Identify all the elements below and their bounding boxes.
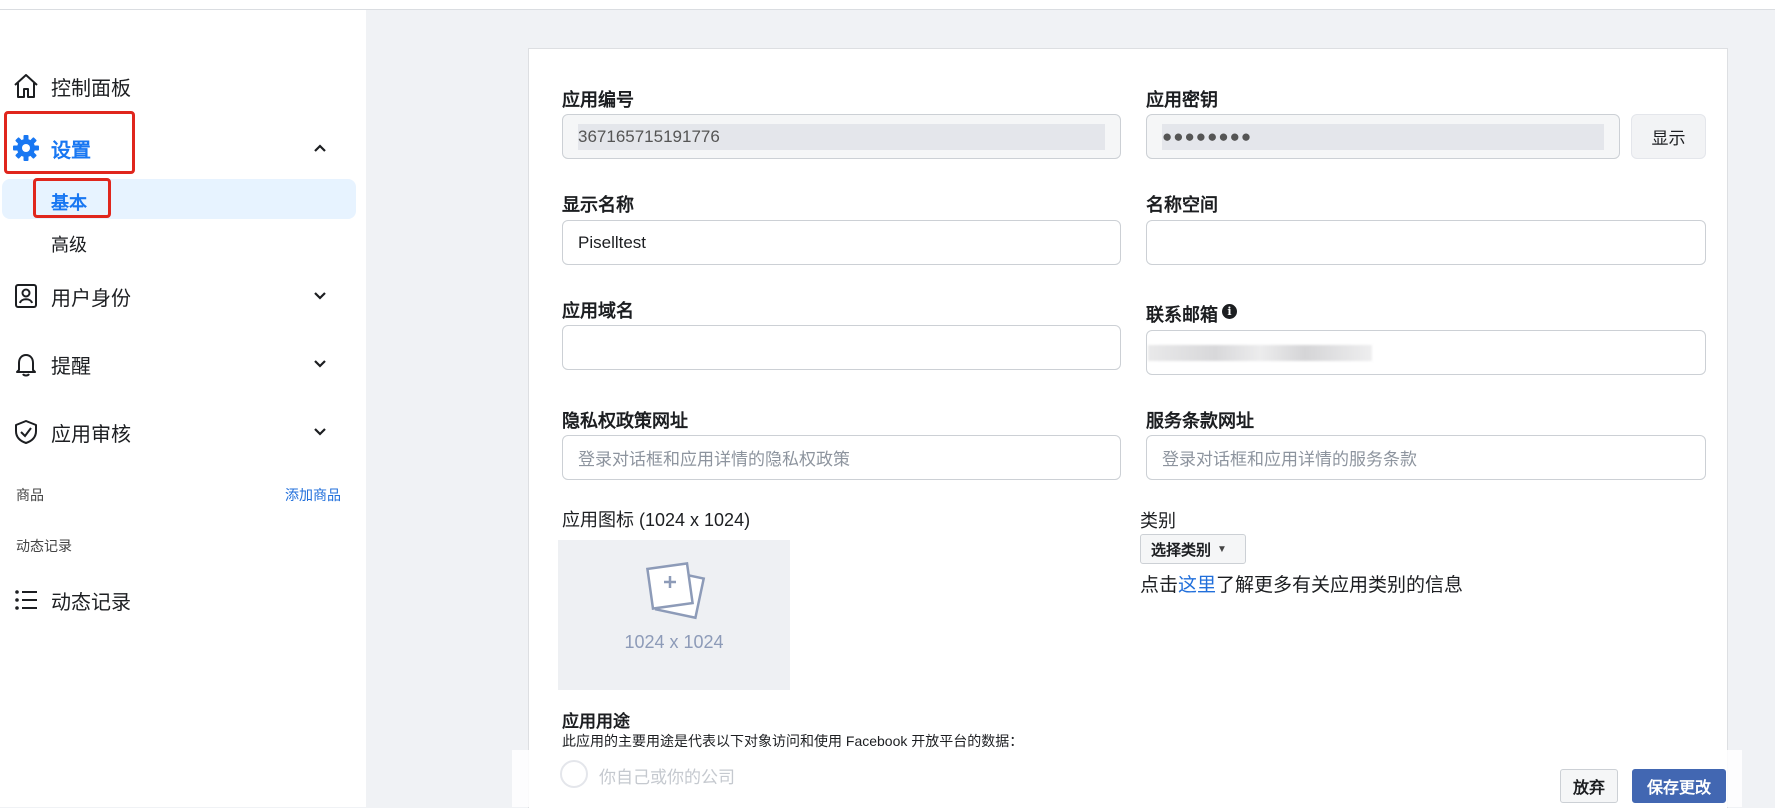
sidebar-item-label: 设置 — [51, 139, 91, 162]
chevron-down-icon — [308, 420, 332, 444]
sidebar-subitem-basic[interactable]: 基本 — [2, 179, 356, 219]
add-product-link[interactable]: 添加商品 — [285, 485, 341, 505]
info-icon[interactable]: i — [1222, 304, 1237, 319]
list-icon — [11, 585, 41, 615]
sidebar-item-label: 应用审核 — [51, 423, 131, 446]
contact-email-label: 联系邮箱 — [1146, 305, 1218, 325]
app-purpose-label: 应用用途 — [562, 712, 630, 731]
purpose-option-label: 你自己或你的公司 — [599, 768, 735, 787]
sidebar-item-label: 提醒 — [51, 355, 91, 378]
id-badge-icon — [11, 281, 41, 311]
category-select-label: 选择类别 — [1151, 541, 1212, 559]
display-name-label: 显示名称 — [562, 195, 634, 215]
app-id-label: 应用编号 — [562, 90, 634, 110]
app-purpose-description: 此应用的主要用途是代表以下对象访问和使用 Facebook 开放平台的数据： — [562, 733, 1024, 749]
sidebar-item-settings[interactable]: 设置 — [0, 124, 366, 172]
namespace-label: 名称空间 — [1146, 195, 1218, 215]
sidebar: 控制面板 设置 基本 高级 用户身份 提醒 应用审核 商品 添加商品 动态记录 … — [0, 10, 366, 807]
terms-url-label: 服务条款网址 — [1146, 411, 1254, 431]
sidebar-item-label: 用户身份 — [51, 287, 131, 310]
sidebar-item-label: 控制面板 — [51, 77, 131, 100]
sidebar-item-label: 动态记录 — [51, 591, 131, 614]
app-secret-value: ●●●●●●●● — [1162, 123, 1604, 150]
gear-icon — [11, 133, 41, 163]
products-section-header: 商品 — [16, 487, 44, 503]
app-secret-field[interactable]: ●●●●●●●● — [1146, 114, 1620, 159]
sidebar-subitem-advanced[interactable]: 高级 — [2, 221, 356, 261]
privacy-url-input[interactable]: 登录对话框和应用详情的隐私权政策 — [562, 435, 1121, 480]
show-secret-button[interactable]: 显示 — [1631, 114, 1706, 159]
category-select[interactable]: 选择类别 ▼ — [1140, 534, 1246, 564]
sidebar-item-app-review[interactable]: 应用审核 — [0, 408, 366, 456]
category-info-link[interactable]: 这里 — [1178, 575, 1216, 596]
image-upload-icon — [642, 560, 708, 629]
app-icon-dimensions: 1024 x 1024 — [624, 632, 724, 652]
save-changes-button[interactable]: 保存更改 — [1632, 769, 1726, 803]
purpose-radio[interactable] — [560, 760, 588, 788]
bell-icon — [11, 349, 41, 379]
top-bar — [0, 0, 1775, 10]
privacy-url-label: 隐私权政策网址 — [562, 411, 688, 431]
app-secret-label: 应用密钥 — [1146, 90, 1218, 110]
app-id-value: 367165715191776 — [578, 123, 1105, 150]
category-info-prefix: 点击 — [1140, 575, 1179, 596]
category-info-suffix: 了解更多有关应用类别的信息 — [1216, 575, 1464, 596]
sidebar-subitem-label: 基本 — [51, 193, 87, 213]
app-icon-label: 应用图标 (1024 x 1024) — [562, 510, 751, 530]
sidebar-item-user-identity[interactable]: 用户身份 — [0, 272, 366, 320]
sidebar-item-alerts[interactable]: 提醒 — [0, 340, 366, 388]
terms-url-input[interactable]: 登录对话框和应用详情的服务条款 — [1146, 435, 1706, 480]
sidebar-item-dashboard[interactable]: 控制面板 — [0, 62, 366, 110]
category-label: 类别 — [1140, 511, 1176, 531]
sidebar-subitem-label: 高级 — [51, 235, 87, 255]
chevron-down-icon — [308, 352, 332, 376]
display-name-input[interactable]: Piselltest — [562, 220, 1121, 265]
app-domain-label: 应用域名 — [562, 301, 634, 321]
app-icon-upload[interactable]: 1024 x 1024 — [558, 540, 790, 690]
shield-check-icon — [11, 417, 41, 447]
caret-down-icon: ▼ — [1217, 543, 1227, 555]
app-domain-input[interactable] — [562, 325, 1121, 370]
app-id-field[interactable]: 367165715191776 — [562, 114, 1121, 159]
namespace-input[interactable] — [1146, 220, 1706, 265]
chevron-up-icon — [308, 136, 332, 160]
sidebar-item-activity-log[interactable]: 动态记录 — [0, 576, 366, 624]
chevron-down-icon — [308, 284, 332, 308]
discard-button[interactable]: 放弃 — [1560, 769, 1618, 803]
category-info: 点击这里了解更多有关应用类别的信息 — [1140, 570, 1463, 597]
blurred-email — [1148, 345, 1372, 361]
activity-section-header: 动态记录 — [16, 538, 72, 554]
home-icon — [11, 71, 41, 101]
settings-card — [528, 48, 1728, 808]
